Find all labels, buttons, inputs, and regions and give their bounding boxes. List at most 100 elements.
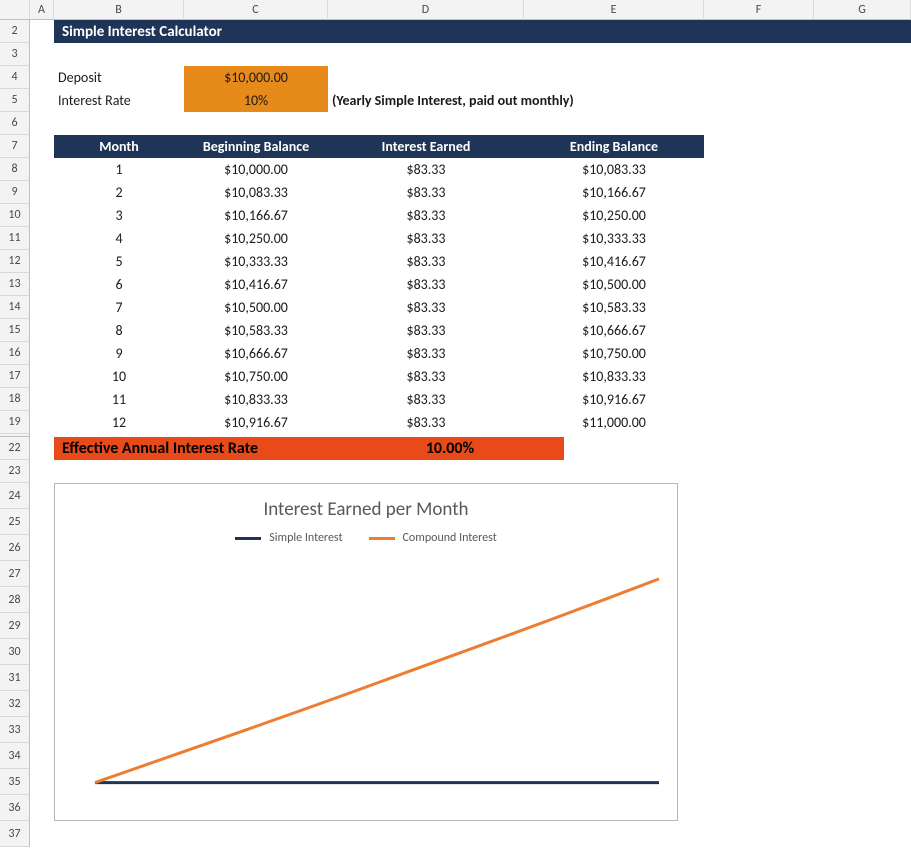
- cell-int[interactable]: $83.33: [328, 204, 524, 227]
- cell-begin[interactable]: $10,833.33: [184, 388, 328, 411]
- th-end[interactable]: Ending Balance: [524, 135, 704, 158]
- row-header-32[interactable]: 32: [0, 691, 30, 717]
- cell-begin[interactable]: $10,333.33: [184, 250, 328, 273]
- cell-end[interactable]: $10,750.00: [524, 342, 704, 365]
- row-header-30[interactable]: 30: [0, 639, 30, 665]
- cell-begin[interactable]: $10,083.33: [184, 181, 328, 204]
- cell-A2[interactable]: [30, 20, 54, 43]
- cell-month[interactable]: 6: [54, 273, 184, 296]
- cell-begin[interactable]: $10,500.00: [184, 296, 328, 319]
- row-header-14[interactable]: 14: [0, 296, 30, 319]
- row-header-18[interactable]: 18: [0, 388, 30, 411]
- cell-month[interactable]: 3: [54, 204, 184, 227]
- row-header-34[interactable]: 34: [0, 743, 30, 769]
- row-header-6[interactable]: 6: [0, 112, 30, 135]
- th-month[interactable]: Month: [54, 135, 184, 158]
- cell-end[interactable]: $10,333.33: [524, 227, 704, 250]
- cell-month[interactable]: 11: [54, 388, 184, 411]
- cell-begin[interactable]: $10,416.67: [184, 273, 328, 296]
- row-header-13[interactable]: 13: [0, 273, 30, 296]
- col-header-G[interactable]: G: [814, 0, 911, 20]
- cell-month[interactable]: 5: [54, 250, 184, 273]
- row-header-19[interactable]: 19: [0, 411, 30, 434]
- cell-begin[interactable]: $10,250.00: [184, 227, 328, 250]
- col-header-F[interactable]: F: [704, 0, 814, 20]
- cell-end[interactable]: $10,416.67: [524, 250, 704, 273]
- cell-int[interactable]: $83.33: [328, 319, 524, 342]
- deposit-label[interactable]: Deposit: [54, 66, 184, 89]
- cell-begin[interactable]: $10,583.33: [184, 319, 328, 342]
- cell-int[interactable]: $83.33: [328, 342, 524, 365]
- row-header-15[interactable]: 15: [0, 319, 30, 342]
- row-header-28[interactable]: 28: [0, 587, 30, 613]
- th-int[interactable]: Interest Earned: [328, 135, 524, 158]
- row-header-2[interactable]: 2: [0, 20, 30, 43]
- row-header-35[interactable]: 35: [0, 769, 30, 795]
- row-header-31[interactable]: 31: [0, 665, 30, 691]
- cell-begin[interactable]: $10,916.67: [184, 411, 328, 434]
- row-header-16[interactable]: 16: [0, 342, 30, 365]
- select-all-corner[interactable]: [0, 0, 30, 20]
- col-header-D[interactable]: D: [328, 0, 524, 20]
- cell-end[interactable]: $10,250.00: [524, 204, 704, 227]
- cell-int[interactable]: $83.33: [328, 227, 524, 250]
- cell-end[interactable]: $11,000.00: [524, 411, 704, 434]
- row-header-12[interactable]: 12: [0, 250, 30, 273]
- col-header-B[interactable]: B: [54, 0, 184, 20]
- cell-end[interactable]: $10,500.00: [524, 273, 704, 296]
- row-header-26[interactable]: 26: [0, 535, 30, 561]
- cell-int[interactable]: $83.33: [328, 181, 524, 204]
- grid-body[interactable]: Simple Interest Calculator Deposit $10,0…: [30, 20, 911, 868]
- row-header-10[interactable]: 10: [0, 204, 30, 227]
- cell-month[interactable]: 9: [54, 342, 184, 365]
- row-header-17[interactable]: 17: [0, 365, 30, 388]
- row-header-36[interactable]: 36: [0, 795, 30, 821]
- rate-label[interactable]: Interest Rate: [54, 89, 184, 112]
- col-header-A[interactable]: A: [30, 0, 54, 20]
- col-header-E[interactable]: E: [524, 0, 704, 20]
- cell-begin[interactable]: $10,666.67: [184, 342, 328, 365]
- cell-begin[interactable]: $10,166.67: [184, 204, 328, 227]
- cell-month[interactable]: 2: [54, 181, 184, 204]
- cell-int[interactable]: $83.33: [328, 273, 524, 296]
- cell-month[interactable]: 12: [54, 411, 184, 434]
- row-header-8[interactable]: 8: [0, 158, 30, 181]
- effective-rate-bar[interactable]: Effective Annual Interest Rate 10.00%: [54, 437, 564, 460]
- chart[interactable]: Interest Earned per Month Simple Interes…: [54, 483, 678, 821]
- cell-begin[interactable]: $10,750.00: [184, 365, 328, 388]
- cell-month[interactable]: 4: [54, 227, 184, 250]
- cell-month[interactable]: 7: [54, 296, 184, 319]
- cell-month[interactable]: 8: [54, 319, 184, 342]
- deposit-value[interactable]: $10,000.00: [184, 66, 328, 89]
- row-header-24[interactable]: 24: [0, 483, 30, 509]
- row-header-27[interactable]: 27: [0, 561, 30, 587]
- row-header-7[interactable]: 7: [0, 135, 30, 158]
- cell-end[interactable]: $10,166.67: [524, 181, 704, 204]
- rate-value[interactable]: 10%: [184, 89, 328, 112]
- rate-note[interactable]: (Yearly Simple Interest, paid out monthl…: [328, 89, 524, 112]
- row-header-5[interactable]: 5: [0, 89, 30, 112]
- row-header-4[interactable]: 4: [0, 66, 30, 89]
- row-header-37[interactable]: 37: [0, 821, 30, 847]
- row-header-11[interactable]: 11: [0, 227, 30, 250]
- col-header-C[interactable]: C: [184, 0, 328, 20]
- row-header-33[interactable]: 33: [0, 717, 30, 743]
- row-header-25[interactable]: 25: [0, 509, 30, 535]
- sheet-title[interactable]: Simple Interest Calculator: [54, 20, 911, 43]
- cell-int[interactable]: $83.33: [328, 296, 524, 319]
- cell-end[interactable]: $10,583.33: [524, 296, 704, 319]
- cell-int[interactable]: $83.33: [328, 388, 524, 411]
- row-header-9[interactable]: 9: [0, 181, 30, 204]
- cell-int[interactable]: $83.33: [328, 365, 524, 388]
- cell-begin[interactable]: $10,000.00: [184, 158, 328, 181]
- cell-int[interactable]: $83.33: [328, 250, 524, 273]
- legend-simple[interactable]: Simple Interest: [235, 531, 342, 545]
- row-header-3[interactable]: 3: [0, 43, 30, 66]
- cell-end[interactable]: $10,083.33: [524, 158, 704, 181]
- th-begin[interactable]: Beginning Balance: [184, 135, 328, 158]
- cell-month[interactable]: 10: [54, 365, 184, 388]
- cell-end[interactable]: $10,916.67: [524, 388, 704, 411]
- cell-month[interactable]: 1: [54, 158, 184, 181]
- cell-end[interactable]: $10,666.67: [524, 319, 704, 342]
- row-header-29[interactable]: 29: [0, 613, 30, 639]
